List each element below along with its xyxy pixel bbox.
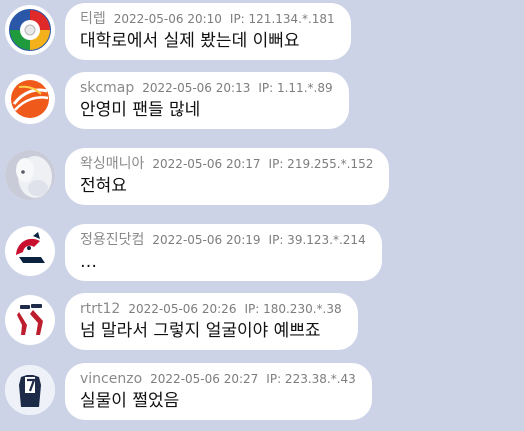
orange-ball-logo-icon <box>11 80 49 118</box>
timestamp: 2022-05-06 20:10 <box>113 12 222 26</box>
timestamp: 2022-05-06 20:13 <box>142 81 251 95</box>
comment-meta: 왁싱매니아 2022-05-06 20:17 IP: 219.255.*.152 <box>80 156 373 172</box>
avatar[interactable] <box>5 74 55 124</box>
white-puppy-photo-icon <box>5 150 55 200</box>
comment-meta: 티렙 2022-05-06 20:10 IP: 121.134.*.181 <box>80 11 335 27</box>
avatar[interactable] <box>5 5 55 55</box>
indians-logo-icon <box>11 232 49 270</box>
comment-meta: 정용진닷컴 2022-05-06 20:19 IP: 39.123.*.214 <box>80 232 366 248</box>
comment-text: 넘 말라서 그렇지 얼굴이야 예쁘죠 <box>80 321 321 341</box>
timestamp: 2022-05-06 20:19 <box>152 233 261 247</box>
comment-bubble: skcmap 2022-05-06 20:13 IP: 1.11.*.89 안영미 … <box>65 72 349 129</box>
avatar[interactable] <box>5 226 55 276</box>
timestamp: 2022-05-06 20:27 <box>150 372 259 386</box>
comment-bubble: vincenzo 2022-05-06 20:27 IP: 223.38.*.43 … <box>65 363 372 420</box>
timestamp: 2022-05-06 20:26 <box>128 302 237 316</box>
jersey-number-7-icon <box>5 365 55 415</box>
ip-address: IP: 39.123.*.214 <box>268 233 366 247</box>
ip-address: IP: 223.38.*.43 <box>266 372 356 386</box>
comment-text: 안영미 팬들 많네 <box>80 100 201 120</box>
red-sox-logo-icon <box>11 301 49 339</box>
avatar[interactable] <box>5 365 55 415</box>
ip-address: IP: 219.255.*.152 <box>268 157 374 171</box>
avatar[interactable] <box>5 295 55 345</box>
comment-text: … <box>80 252 97 272</box>
comment-bubble: 왁싱매니아 2022-05-06 20:17 IP: 219.255.*.152 전… <box>65 148 390 205</box>
comment-bubble: 티렙 2022-05-06 20:10 IP: 121.134.*.181 대학로에… <box>65 3 351 60</box>
comment-meta: skcmap 2022-05-06 20:13 IP: 1.11.*.89 <box>80 80 333 96</box>
nickname[interactable]: vincenzo <box>80 371 142 387</box>
comment-meta: rtrt12 2022-05-06 20:26 IP: 180.230.*.38 <box>80 301 342 317</box>
comment-text: 대학로에서 실제 봤는데 이뻐요 <box>80 31 300 51</box>
nickname[interactable]: rtrt12 <box>80 301 120 317</box>
comment-bubble: rtrt12 2022-05-06 20:26 IP: 180.230.*.38 넘… <box>65 293 358 350</box>
nickname[interactable]: 티렙 <box>80 11 106 27</box>
comment-bubble: 정용진닷컴 2022-05-06 20:19 IP: 39.123.*.214 … <box>65 224 382 281</box>
comment-meta: vincenzo 2022-05-06 20:27 IP: 223.38.*.43 <box>80 371 356 387</box>
timestamp: 2022-05-06 20:17 <box>152 157 261 171</box>
comment-text: 실물이 쩔었음 <box>80 391 180 411</box>
avatar[interactable] <box>5 150 55 200</box>
nickname[interactable]: skcmap <box>80 80 134 96</box>
nickname[interactable]: 정용진닷컴 <box>80 232 144 248</box>
nickname[interactable]: 왁싱매니아 <box>80 156 144 172</box>
comment-feed: 티렙 2022-05-06 20:10 IP: 121.134.*.181 대학로에… <box>0 0 524 431</box>
ip-address: IP: 121.134.*.181 <box>229 12 335 26</box>
ip-address: IP: 180.230.*.38 <box>244 302 342 316</box>
baseball-team-emblem-icon <box>9 9 51 51</box>
ip-address: IP: 1.11.*.89 <box>258 81 333 95</box>
comment-text: 전혀요 <box>80 176 127 196</box>
